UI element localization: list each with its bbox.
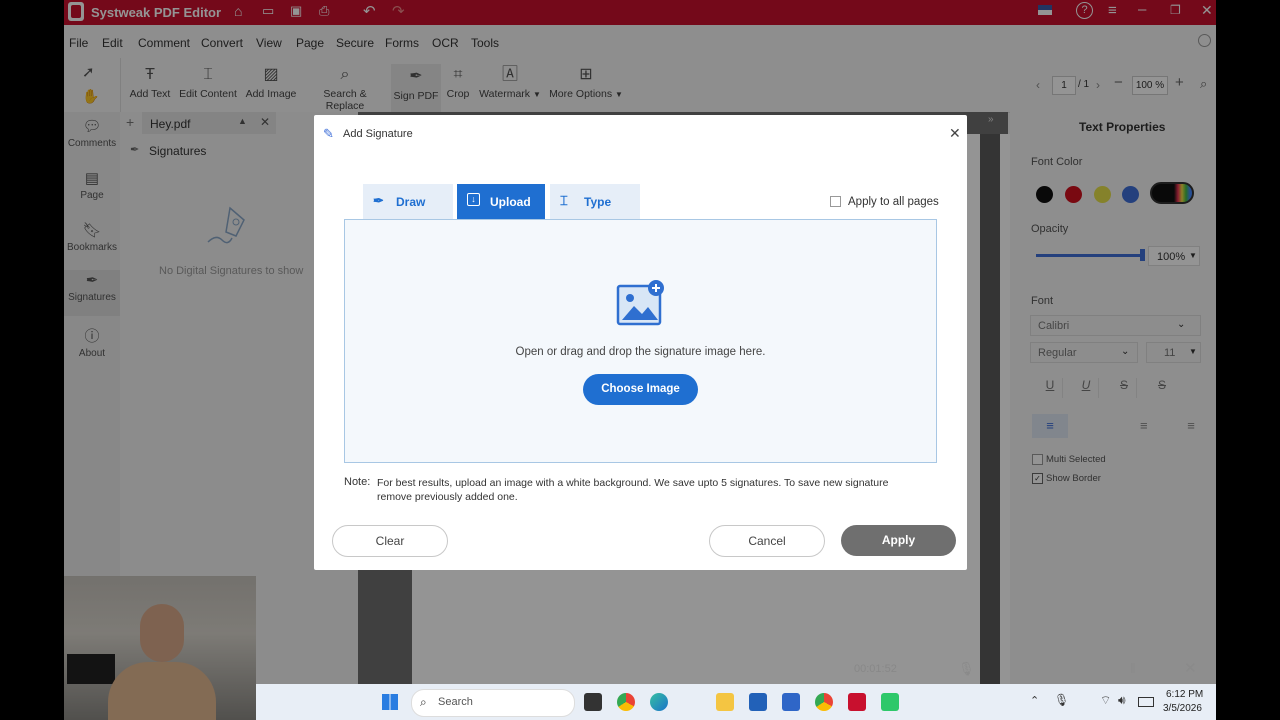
store-icon[interactable] (749, 693, 767, 711)
microphone-tray-icon[interactable]: 🎙︎ (1054, 693, 1069, 707)
apply-all-pages-checkbox[interactable] (830, 196, 841, 207)
volume-icon[interactable]: 🔊︎ (1118, 693, 1126, 708)
tab-draw-label: Draw (396, 195, 426, 209)
taskview-icon[interactable] (584, 693, 602, 711)
file-explorer-icon[interactable] (716, 693, 734, 711)
cancel-button[interactable]: Cancel (709, 525, 825, 557)
taskbar-time[interactable]: 6:12 PM (1166, 689, 1203, 700)
apply-all-pages-label: Apply to all pages (848, 196, 939, 208)
recorder-time: 00:01:52 (854, 663, 897, 675)
tab-type-label: Type (584, 195, 612, 209)
taskbar-search-placeholder: Search (438, 696, 473, 708)
draw-pen-icon: ✒ (373, 193, 384, 208)
battery-icon[interactable] (1138, 697, 1154, 707)
game-icon[interactable] (881, 693, 899, 711)
taskbar-date[interactable]: 3/5/2026 (1163, 703, 1202, 714)
windows-start-icon[interactable] (382, 694, 398, 710)
note-label: Note: (344, 476, 371, 488)
tab-type[interactable]: ⌶ Type (550, 184, 640, 219)
tab-upload-label: Upload (490, 195, 531, 209)
edge-icon[interactable] (650, 693, 668, 711)
chevron-up-icon[interactable]: ⌃ (1030, 694, 1039, 707)
app-blue-icon[interactable] (782, 693, 800, 711)
drop-zone[interactable]: Open or drag and drop the signature imag… (344, 219, 937, 463)
upload-icon: ↓ (467, 193, 480, 206)
recorder-bar: 00:01:52 🎙︎ ‖ ✕ (842, 656, 1216, 684)
pause-icon[interactable]: ‖ (1130, 660, 1136, 676)
add-image-icon (616, 280, 664, 326)
chrome-icon[interactable] (617, 693, 635, 711)
type-cursor-icon: ⌶ (560, 193, 568, 208)
search-icon: ⌕ (420, 695, 427, 709)
signature-doc-icon: ✎ (323, 126, 334, 141)
taskbar-search[interactable]: ⌕ Search (411, 689, 575, 717)
pdf-editor-taskbar-icon[interactable] (848, 693, 866, 711)
drop-zone-text: Open or drag and drop the signature imag… (515, 346, 766, 358)
add-signature-dialog: ✎ Add Signature ✕ ✒ Draw ↓ Upload ⌶ Type… (314, 115, 967, 570)
wifi-icon[interactable]: ⌔ (1100, 693, 1111, 708)
apply-button[interactable]: Apply (841, 525, 956, 556)
stop-recording-icon[interactable]: ✕ (1184, 659, 1197, 677)
dialog-title: Add Signature (343, 128, 413, 140)
choose-image-button[interactable]: Choose Image (583, 374, 698, 405)
chrome-profile-icon[interactable] (815, 693, 833, 711)
tab-draw[interactable]: ✒ Draw (363, 184, 453, 219)
taskbar: ⌕ Search ⌃ 🎙︎ ⌔ 🔊︎ 6:12 PM 3/5/2026 (256, 684, 1216, 720)
close-icon[interactable]: ✕ (949, 125, 961, 142)
note-text: For best results, upload an image with a… (377, 477, 889, 503)
microphone-icon[interactable]: 🎙︎ (958, 661, 975, 677)
tab-upload[interactable]: ↓ Upload (457, 184, 545, 219)
clear-button[interactable]: Clear (332, 525, 448, 557)
